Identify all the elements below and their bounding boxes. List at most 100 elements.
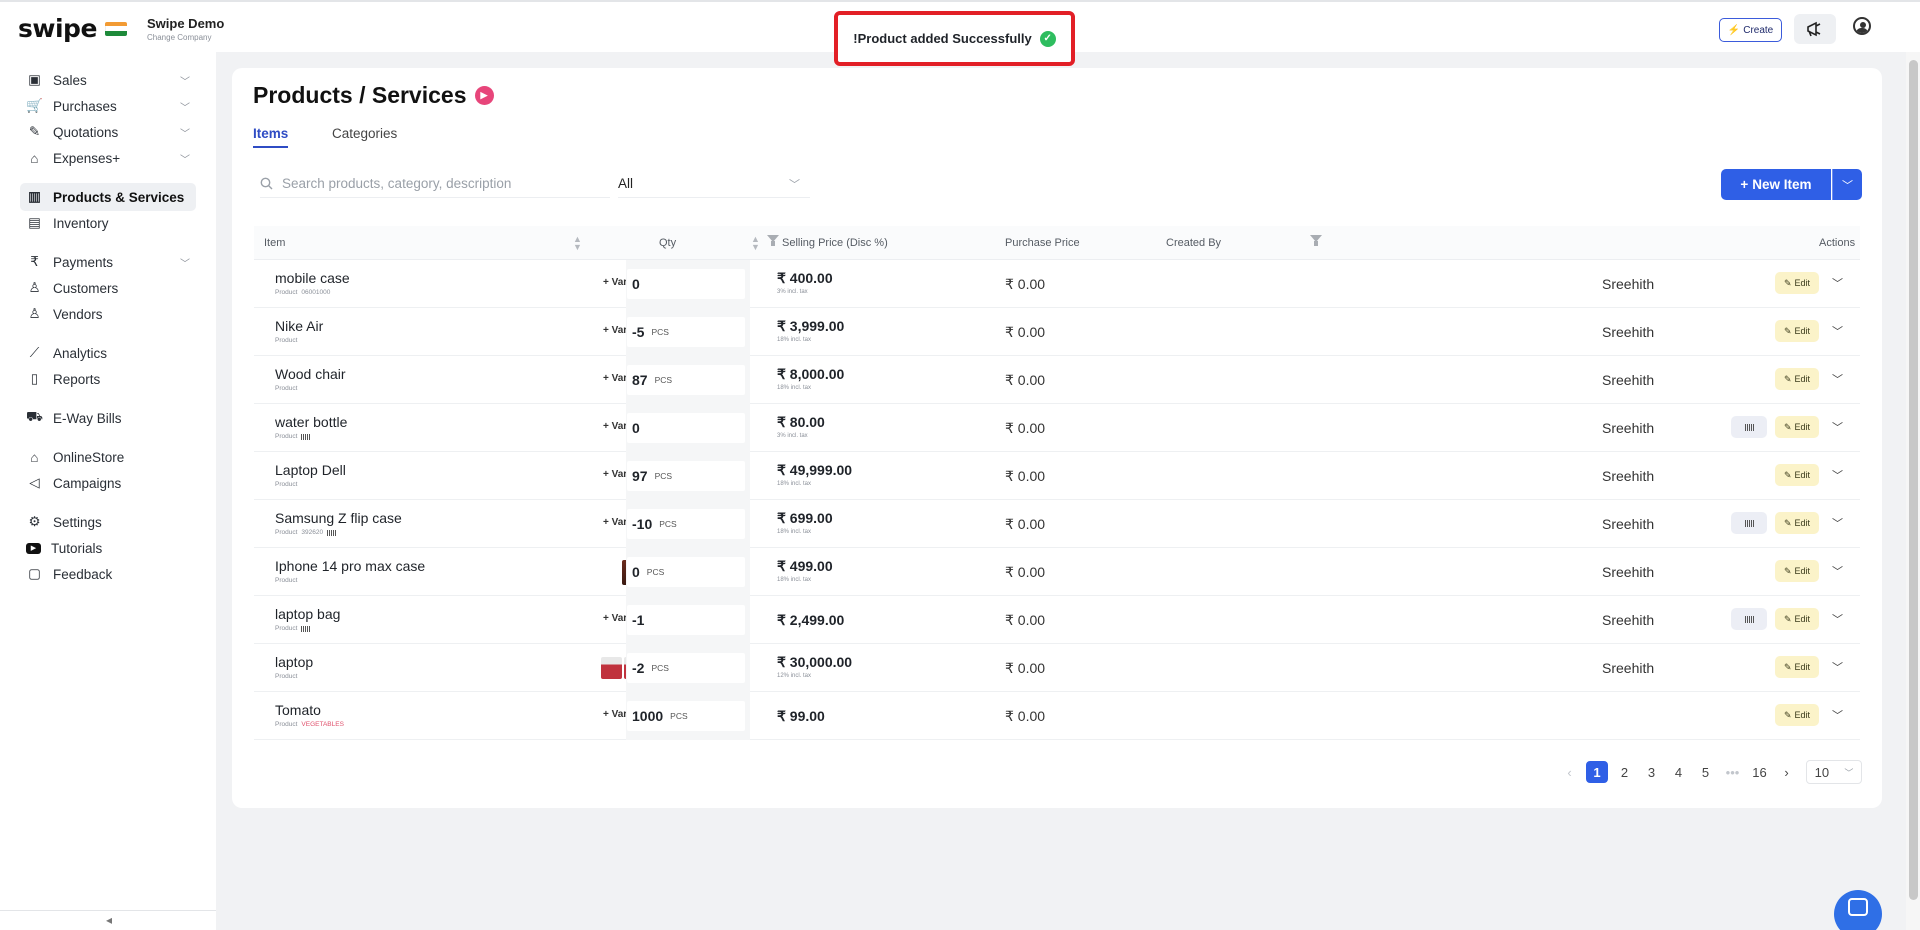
scrollbar-thumb[interactable] bbox=[1909, 60, 1918, 900]
print-barcode-button[interactable] bbox=[1731, 608, 1767, 630]
sidebar-item-purchases[interactable]: 🛒 Purchases ﹀ bbox=[20, 92, 196, 120]
filter-icon[interactable] bbox=[1309, 234, 1323, 248]
new-item-dropdown-button[interactable]: ﹀ bbox=[1832, 169, 1862, 200]
item-name[interactable]: mobile case bbox=[275, 270, 350, 286]
sidebar-item-onlinestore[interactable]: ⌂ OnlineStore bbox=[20, 443, 196, 471]
sidebar-item-campaigns[interactable]: ◁ Campaigns bbox=[20, 469, 196, 497]
chat-support-button[interactable] bbox=[1834, 890, 1882, 930]
table-row[interactable]: Samsung Z flip caseProduct392620+ Varian… bbox=[254, 500, 1860, 548]
row-expand-chevron-icon[interactable]: ﹀ bbox=[1832, 323, 1843, 339]
item-name[interactable]: Laptop Dell bbox=[275, 462, 346, 478]
swipe-logo[interactable]: swipe bbox=[18, 14, 127, 43]
edit-button[interactable]: ✎ Edit bbox=[1775, 464, 1819, 486]
edit-button[interactable]: ✎ Edit bbox=[1775, 416, 1819, 438]
qty-field[interactable]: -2 PCS bbox=[627, 653, 745, 683]
edit-button[interactable]: ✎ Edit bbox=[1775, 704, 1819, 726]
sidebar-item-customers[interactable]: ♙ Customers bbox=[20, 274, 196, 302]
row-expand-chevron-icon[interactable]: ﹀ bbox=[1832, 515, 1843, 531]
pagination-ellipsis[interactable]: ••• bbox=[1719, 761, 1746, 783]
item-name[interactable]: Samsung Z flip case bbox=[275, 510, 402, 526]
edit-button[interactable]: ✎ Edit bbox=[1775, 368, 1819, 390]
qty-field[interactable]: 1000 PCS bbox=[627, 701, 745, 731]
table-row[interactable]: TomatoProductVEGETABLES+ Variants1000PCS… bbox=[254, 692, 1860, 740]
row-expand-chevron-icon[interactable]: ﹀ bbox=[1832, 275, 1843, 291]
product-thumbnail[interactable] bbox=[601, 657, 622, 679]
row-expand-chevron-icon[interactable]: ﹀ bbox=[1832, 659, 1843, 675]
page-5-button[interactable]: 5 bbox=[1692, 761, 1719, 783]
qty-field[interactable]: 97 PCS bbox=[627, 461, 745, 491]
qty-field[interactable]: 0 bbox=[627, 413, 745, 443]
search-input[interactable]: Search products, category, description bbox=[260, 170, 610, 198]
column-created-by[interactable]: Created By bbox=[1166, 237, 1221, 249]
create-button[interactable]: ⚡ Create bbox=[1719, 18, 1782, 42]
qty-field[interactable]: 0 bbox=[627, 269, 745, 299]
sidebar-item-settings[interactable]: ⚙ Settings bbox=[20, 508, 196, 536]
edit-button[interactable]: ✎ Edit bbox=[1775, 608, 1819, 630]
edit-button[interactable]: ✎ Edit bbox=[1775, 272, 1819, 294]
filter-icon[interactable] bbox=[766, 234, 780, 248]
table-row[interactable]: water bottleProduct+ Variants0₹ 80.003% … bbox=[254, 404, 1860, 452]
sidebar-item-vendors[interactable]: ♙ Vendors bbox=[20, 300, 196, 328]
sidebar-item-reports[interactable]: ▯ Reports bbox=[20, 365, 196, 393]
qty-field[interactable]: -10 PCS bbox=[627, 509, 745, 539]
page-4-button[interactable]: 4 bbox=[1665, 761, 1692, 783]
column-qty[interactable]: Qty bbox=[659, 237, 676, 249]
sidebar-item-feedback[interactable]: ▢ Feedback bbox=[20, 560, 196, 588]
page-16-button[interactable]: 16 bbox=[1746, 761, 1773, 783]
category-filter-select[interactable]: All ﹀ bbox=[618, 170, 810, 198]
page-2-button[interactable]: 2 bbox=[1611, 761, 1638, 783]
qty-field[interactable]: 87 PCS bbox=[627, 365, 745, 395]
page-1-button[interactable]: 1 bbox=[1586, 761, 1608, 783]
row-expand-chevron-icon[interactable]: ﹀ bbox=[1832, 563, 1843, 579]
column-selling-price[interactable]: Selling Price (Disc %) bbox=[782, 237, 888, 249]
item-name[interactable]: Nike Air bbox=[275, 318, 323, 334]
sidebar-item-payments[interactable]: ₹ Payments ﹀ bbox=[20, 248, 196, 276]
row-expand-chevron-icon[interactable]: ﹀ bbox=[1832, 611, 1843, 627]
row-expand-chevron-icon[interactable]: ﹀ bbox=[1832, 419, 1843, 435]
row-expand-chevron-icon[interactable]: ﹀ bbox=[1832, 707, 1843, 723]
table-row[interactable]: Wood chairProduct+ Variants87PCS₹ 8,000.… bbox=[254, 356, 1860, 404]
item-name[interactable]: laptop bag bbox=[275, 606, 340, 622]
item-name[interactable]: Iphone 14 pro max case bbox=[275, 558, 425, 574]
user-account-icon[interactable] bbox=[1853, 17, 1871, 35]
sidebar-item-e-way-bills[interactable]: ⛟ E-Way Bills bbox=[20, 404, 196, 432]
page-3-button[interactable]: 3 bbox=[1638, 761, 1665, 783]
row-expand-chevron-icon[interactable]: ﹀ bbox=[1832, 467, 1843, 483]
sidebar-item-inventory[interactable]: ▤ Inventory bbox=[20, 209, 196, 237]
change-company-link[interactable]: Change Company bbox=[147, 33, 224, 42]
new-item-button[interactable]: + New Item bbox=[1721, 169, 1831, 200]
tab-items[interactable]: Items bbox=[253, 126, 289, 148]
qty-field[interactable]: -5 PCS bbox=[627, 317, 745, 347]
edit-button[interactable]: ✎ Edit bbox=[1775, 560, 1819, 582]
row-expand-chevron-icon[interactable]: ﹀ bbox=[1832, 371, 1843, 387]
edit-button[interactable]: ✎ Edit bbox=[1775, 512, 1819, 534]
sidebar-item-tutorials[interactable]: ▶ Tutorials bbox=[20, 534, 196, 562]
table-row[interactable]: laptopProduct+ Variants-2PCS₹ 30,000.001… bbox=[254, 644, 1860, 692]
sidebar-item-expenses[interactable]: ⌂ Expenses+ ﹀ bbox=[20, 144, 196, 172]
prev-page-icon[interactable]: ‹ bbox=[1556, 761, 1583, 783]
sidebar-item-quotations[interactable]: ✎ Quotations ﹀ bbox=[20, 118, 196, 146]
print-barcode-button[interactable] bbox=[1731, 416, 1767, 438]
collapse-sidebar-icon[interactable]: ◂ bbox=[106, 913, 112, 927]
sidebar-item-products-services[interactable]: ▥ Products & Services bbox=[20, 183, 196, 211]
item-name[interactable]: Tomato bbox=[275, 702, 321, 718]
qty-field[interactable]: 0 PCS bbox=[627, 557, 745, 587]
company-switcher[interactable]: Swipe Demo Change Company bbox=[147, 16, 224, 42]
table-row[interactable]: Laptop DellProduct+ Variants97PCS₹ 49,99… bbox=[254, 452, 1860, 500]
item-name[interactable]: laptop bbox=[275, 654, 313, 670]
sort-icon[interactable]: ▲ ▼ bbox=[573, 235, 582, 252]
play-video-icon[interactable]: ▶ bbox=[474, 86, 494, 105]
edit-button[interactable]: ✎ Edit bbox=[1775, 320, 1819, 342]
table-row[interactable]: Nike AirProduct+ Variants-5PCS₹ 3,999.00… bbox=[254, 308, 1860, 356]
print-barcode-button[interactable] bbox=[1731, 512, 1767, 534]
sort-icon[interactable]: ▲ ▼ bbox=[751, 235, 760, 252]
next-page-icon[interactable]: › bbox=[1773, 761, 1800, 783]
sidebar-item-sales[interactable]: ▣ Sales ﹀ bbox=[20, 66, 196, 94]
announcements-button[interactable] bbox=[1794, 14, 1836, 44]
tab-categories[interactable]: Categories bbox=[332, 126, 397, 141]
table-row[interactable]: Iphone 14 pro max caseProduct+ Variants0… bbox=[254, 548, 1860, 596]
column-purchase-price[interactable]: Purchase Price bbox=[1005, 237, 1080, 249]
edit-button[interactable]: ✎ Edit bbox=[1775, 656, 1819, 678]
qty-field[interactable]: -1 bbox=[627, 605, 745, 635]
item-name[interactable]: Wood chair bbox=[275, 366, 346, 382]
